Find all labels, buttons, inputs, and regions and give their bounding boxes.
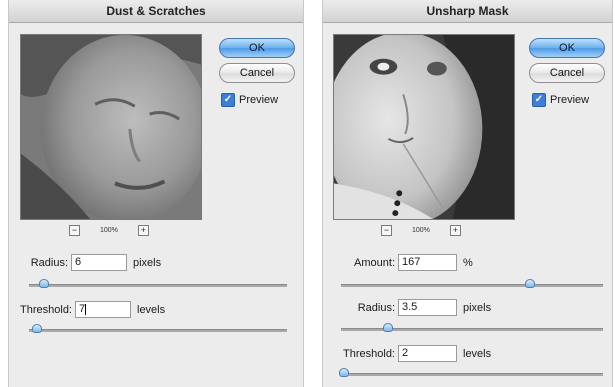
zoom-level: 100% [100, 227, 118, 234]
radius-slider-thumb[interactable] [383, 323, 394, 332]
amount-row: Amount: 167 % [323, 254, 473, 271]
radius-label: Radius: [357, 301, 395, 314]
preview-label: Preview [550, 94, 590, 106]
radius-unit: pixels [463, 301, 492, 314]
dialog-title: Unsharp Mask [323, 0, 612, 23]
threshold-unit: levels [137, 303, 166, 316]
threshold-input[interactable]: 7 [75, 301, 131, 318]
checkmark-icon: ✓ [532, 93, 546, 107]
checkmark-icon: ✓ [221, 93, 235, 107]
zoom-controls: − 100% + [381, 225, 461, 236]
amount-slider[interactable] [341, 284, 603, 287]
dust-scratches-dialog: Dust & Scratches OK Cancel ✓ Preview − 1… [8, 0, 304, 387]
cancel-button[interactable]: Cancel [529, 63, 605, 83]
threshold-slider-thumb[interactable] [338, 368, 349, 377]
radius-row: Radius: 6 pixels [9, 254, 161, 271]
preview-image[interactable] [333, 34, 515, 220]
radius-unit: pixels [133, 256, 162, 269]
radius-slider-thumb[interactable] [39, 279, 50, 288]
radius-slider[interactable] [341, 328, 603, 331]
cancel-button[interactable]: Cancel [219, 63, 295, 83]
threshold-label: Threshold: [20, 303, 72, 316]
zoom-in-button[interactable]: + [137, 225, 149, 236]
threshold-row: Threshold: 7 levels [9, 301, 165, 318]
zoom-controls: − 100% + [69, 225, 149, 236]
zoom-out-button[interactable]: − [69, 225, 80, 236]
zoom-in-button[interactable]: + [449, 225, 461, 236]
zoom-level: 100% [412, 227, 430, 234]
ok-button[interactable]: OK [529, 38, 605, 58]
text-cursor [85, 303, 87, 315]
ok-button[interactable]: OK [219, 38, 295, 58]
dialog-title: Dust & Scratches [9, 0, 303, 23]
threshold-slider[interactable] [29, 329, 287, 332]
radius-row: Radius: 3.5 pixels [323, 299, 491, 316]
amount-slider-thumb[interactable] [524, 279, 535, 288]
preview-label: Preview [239, 94, 279, 106]
threshold-unit: levels [463, 347, 492, 360]
threshold-label: Threshold: [343, 347, 395, 360]
threshold-slider-thumb[interactable] [31, 324, 42, 333]
amount-unit: % [463, 256, 473, 269]
preview-image[interactable] [20, 34, 202, 220]
amount-label: Amount: [354, 256, 395, 269]
threshold-input[interactable]: 2 [398, 345, 457, 362]
preview-checkbox[interactable]: ✓ Preview [532, 93, 589, 107]
radius-input[interactable]: 6 [71, 254, 127, 271]
radius-label: Radius: [30, 256, 68, 269]
threshold-slider[interactable] [341, 373, 603, 376]
threshold-row: Threshold: 2 levels [323, 345, 491, 362]
zoom-out-button[interactable]: − [381, 225, 392, 236]
preview-checkbox[interactable]: ✓ Preview [221, 93, 278, 107]
unsharp-mask-dialog: Unsharp Mask OK Cancel ✓ Preview − 100% … [322, 0, 613, 387]
radius-slider[interactable] [29, 284, 287, 287]
radius-input[interactable]: 3.5 [398, 299, 457, 316]
amount-input[interactable]: 167 [398, 254, 457, 271]
